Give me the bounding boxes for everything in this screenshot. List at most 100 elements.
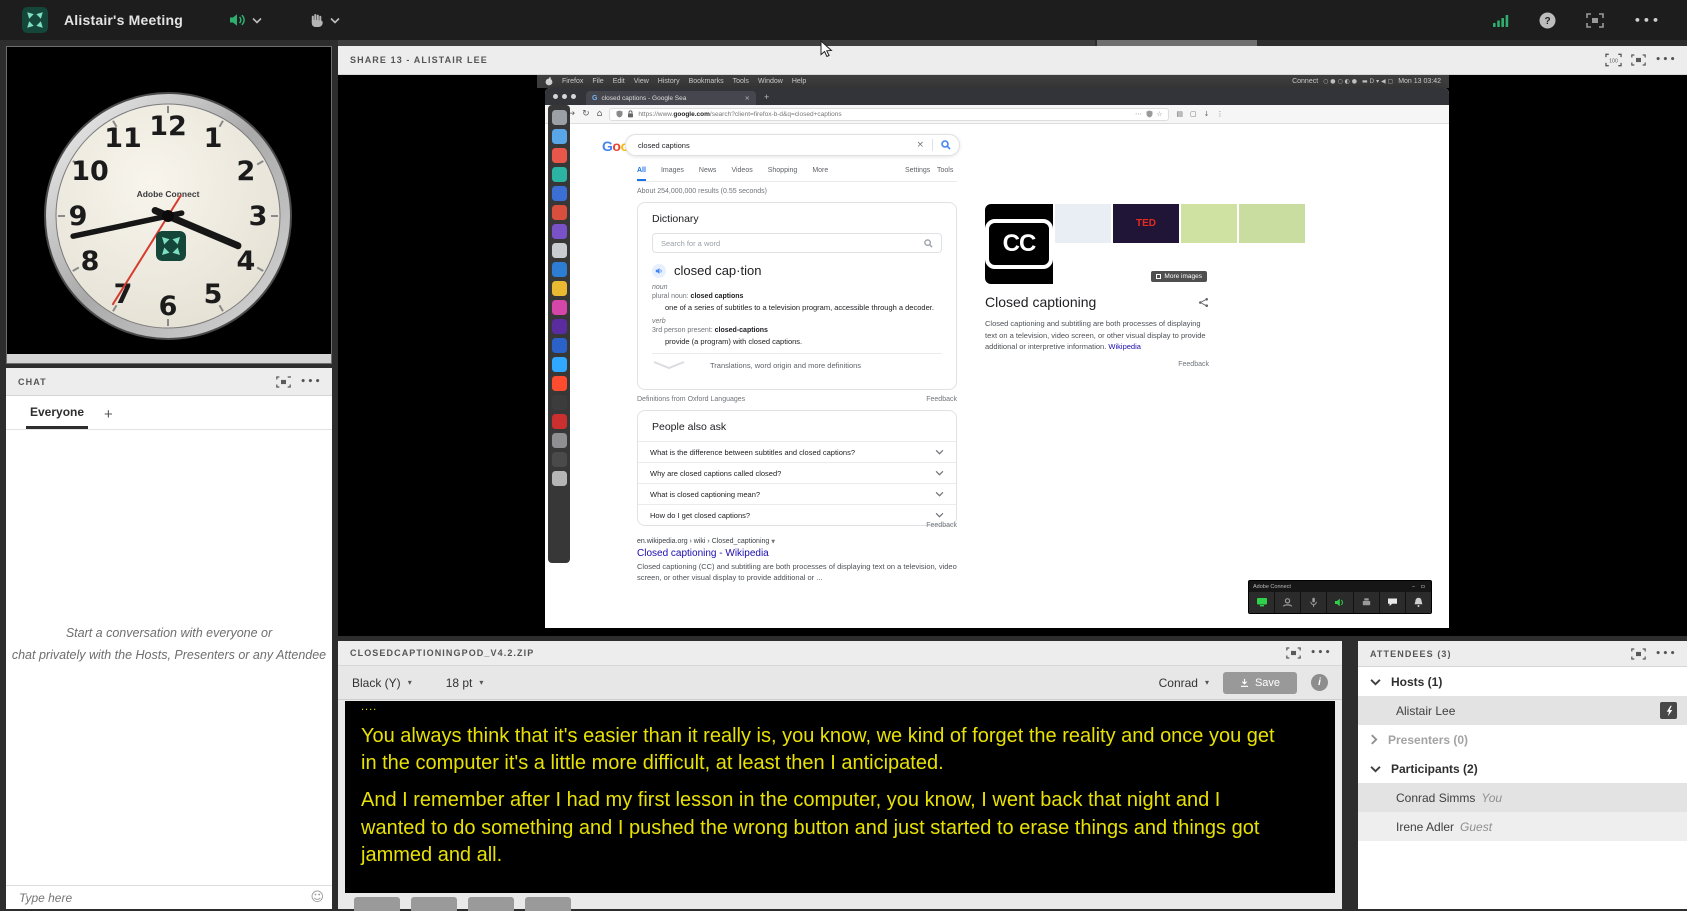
menu-item[interactable]: History [658, 78, 680, 85]
attendee-row[interactable]: Presenters (0) [1358, 725, 1687, 754]
connect-menu-label[interactable]: Connect [1292, 78, 1318, 85]
address-bar[interactable]: https://www.google.com/search?client=fir… [609, 108, 1169, 121]
menu-item[interactable]: Help [792, 78, 806, 85]
image-tile[interactable] [1055, 204, 1111, 243]
dock-app-icon[interactable] [552, 148, 567, 163]
search-tab[interactable]: All [637, 167, 646, 181]
page-actions-icon[interactable]: ⋯ [1135, 110, 1142, 118]
image-tile[interactable]: TED [1113, 204, 1179, 243]
screen-share-icon[interactable] [1249, 592, 1275, 613]
dock-app-icon[interactable] [552, 357, 567, 372]
dock-app-icon[interactable] [552, 376, 567, 391]
help-icon[interactable]: ? [1539, 12, 1556, 29]
menu-item[interactable]: Tools [733, 78, 749, 85]
search-tab[interactable]: Shopping [768, 167, 798, 181]
dock-app-icon[interactable] [552, 281, 567, 296]
result-title-link[interactable]: Closed captioning - Wikipedia [637, 548, 971, 559]
new-tab-button[interactable]: + [764, 92, 769, 102]
paa-question-row[interactable]: What is closed captioning mean? [638, 483, 956, 504]
dock-app-icon[interactable] [552, 452, 567, 467]
overflow-menu-icon[interactable]: ⋮ [1216, 110, 1223, 118]
expand-chevron-icon[interactable] [652, 360, 686, 370]
dock-app-icon[interactable] [552, 262, 567, 277]
pod-menu-icon[interactable]: ••• [1655, 649, 1677, 659]
dock-app-icon[interactable] [552, 414, 567, 429]
search-icon[interactable] [924, 239, 933, 248]
caption-size-select[interactable]: 18 pt▾ [446, 676, 484, 690]
chat-message-input[interactable] [6, 891, 310, 905]
search-tab[interactable]: More [812, 167, 828, 181]
chat-bubble-icon[interactable] [1380, 592, 1406, 613]
chevron-down-icon[interactable] [1370, 765, 1381, 773]
notifications-bell-icon[interactable] [1406, 592, 1431, 613]
menu-item[interactable]: File [592, 78, 603, 85]
settings-link[interactable]: Settings [905, 167, 930, 174]
pod-menu-icon[interactable]: ••• [1310, 648, 1332, 658]
dock-app-icon[interactable] [552, 110, 567, 125]
wikipedia-link[interactable]: Wikipedia [1108, 342, 1141, 351]
menu-item[interactable]: Bookmarks [689, 78, 724, 85]
dock-app-icon[interactable] [552, 300, 567, 315]
add-chat-tab-button[interactable]: + [104, 406, 113, 423]
dock-app-icon[interactable] [552, 243, 567, 258]
caption-provider-select[interactable]: Conrad▾ [1159, 676, 1209, 690]
reload-icon[interactable]: ↻ [582, 109, 590, 119]
attendee-row[interactable]: Conrad Simms You [1358, 783, 1687, 812]
paa-question-row[interactable]: Why are closed captions called closed? [638, 462, 956, 483]
info-icon[interactable]: i [1311, 674, 1328, 691]
search-tab[interactable]: Images [661, 167, 684, 181]
tab-close-icon[interactable]: × [745, 94, 750, 102]
attendee-row[interactable]: Alistair Lee [1358, 696, 1687, 725]
pod-menu-icon[interactable]: ••• [300, 377, 322, 387]
tools-link[interactable]: Tools [937, 167, 953, 174]
more-images-button[interactable]: More images [1151, 271, 1207, 282]
browser-tab-active[interactable]: G closed captions - Google Sea × [586, 91, 756, 105]
webcam-icon[interactable] [1275, 592, 1301, 613]
attendee-row[interactable]: Participants (2) [1358, 754, 1687, 783]
menu-item[interactable]: View [634, 78, 649, 85]
dictionary-search-field[interactable]: Search for a word [652, 233, 942, 253]
window-traffic-lights[interactable] [553, 94, 576, 99]
downloads-icon[interactable]: ↓ [1204, 110, 1210, 118]
chat-tab-everyone[interactable]: Everyone [26, 405, 88, 429]
dock-app-icon[interactable] [552, 224, 567, 239]
shield-icon[interactable] [1146, 110, 1153, 118]
pod-menu-icon[interactable]: ••• [1655, 55, 1677, 65]
cc-logo-image[interactable]: CC [985, 204, 1053, 284]
window-controls[interactable]: – ▫ [1412, 583, 1427, 590]
caption-color-select[interactable]: Black (Y)▾ [352, 676, 412, 690]
pod-fullscreen-icon[interactable] [1631, 648, 1646, 660]
zoom-100-icon[interactable]: 100 [1605, 53, 1622, 67]
google-search-box[interactable]: closed captions × [625, 134, 960, 156]
menu-item[interactable]: Window [758, 78, 783, 85]
dock-app-icon[interactable] [552, 186, 567, 201]
menu-bar-clock[interactable]: Mon 13 03:42 [1398, 78, 1441, 85]
dock-app-icon[interactable] [552, 319, 567, 334]
attendee-row[interactable]: Hosts (1) [1358, 667, 1687, 696]
pod-fullscreen-icon[interactable] [276, 376, 291, 388]
emoji-picker-icon[interactable]: ☺ [310, 890, 324, 905]
connection-status-icon[interactable] [1493, 14, 1509, 27]
image-tile[interactable] [1181, 204, 1237, 243]
menu-item[interactable]: Firefox [562, 78, 583, 85]
dock-app-icon[interactable] [552, 471, 567, 486]
dock-app-icon[interactable] [552, 205, 567, 220]
sidebar-icon[interactable]: ▤ [1176, 110, 1183, 118]
meeting-icon[interactable] [1354, 592, 1380, 613]
dock-app-icon[interactable] [552, 338, 567, 353]
caption-display-area[interactable]: .... You always think that it's easier t… [345, 701, 1335, 893]
dock-app-icon[interactable] [552, 395, 567, 410]
speaker-icon[interactable] [1327, 592, 1353, 613]
menu-item[interactable]: Edit [613, 78, 625, 85]
dictionary-more-row[interactable]: Translations, word origin and more defin… [652, 353, 942, 370]
dock-app-icon[interactable] [552, 167, 567, 182]
search-tab[interactable]: News [699, 167, 717, 181]
chevron-down-icon[interactable] [1370, 678, 1381, 686]
home-icon[interactable]: ⌂ [597, 109, 603, 119]
pod-fullscreen-icon[interactable] [1286, 647, 1301, 659]
share-icon[interactable] [1198, 297, 1209, 308]
save-captions-button[interactable]: Save [1223, 672, 1297, 694]
search-icon[interactable] [941, 140, 951, 150]
pronounce-icon[interactable] [652, 264, 666, 278]
search-tab[interactable]: Videos [731, 167, 752, 181]
